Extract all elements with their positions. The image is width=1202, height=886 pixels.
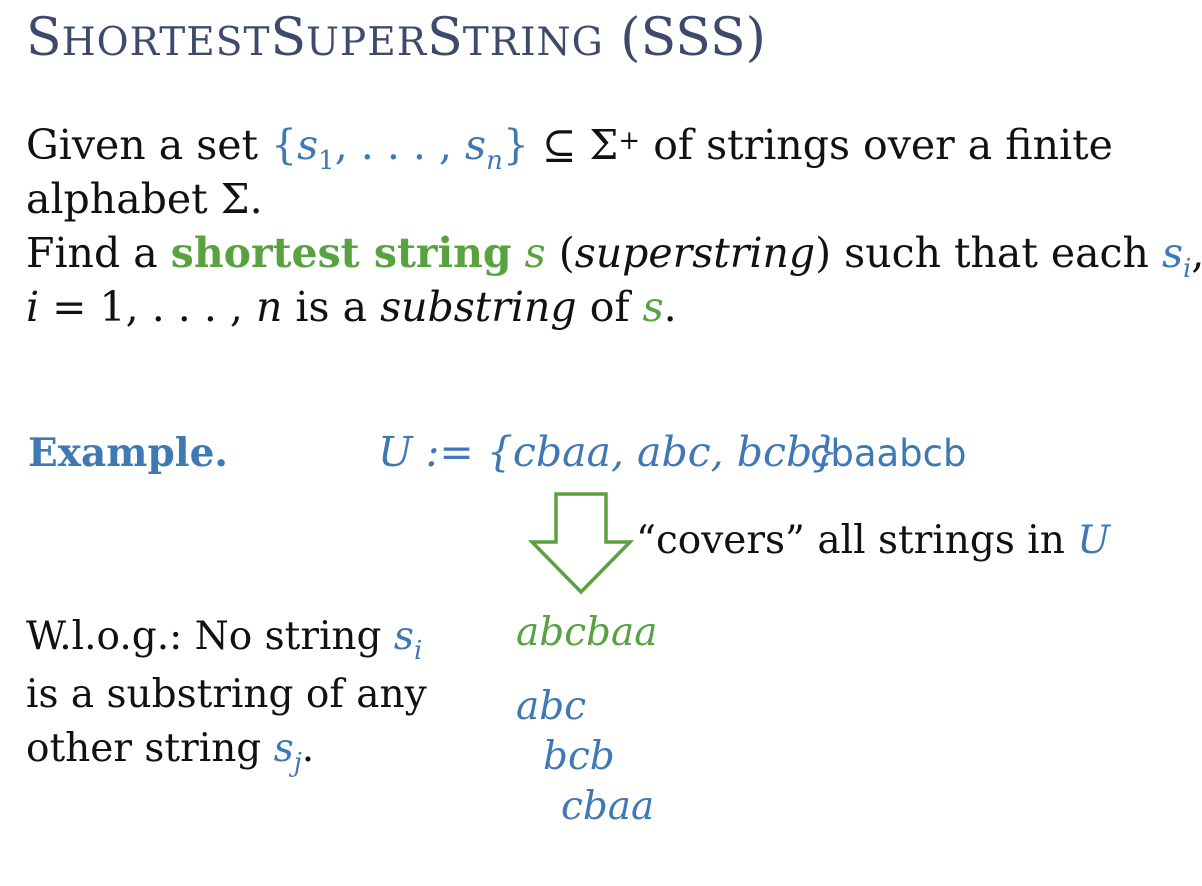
example-set: U := {cbaa, abc, bcb} (378, 428, 839, 476)
aligned-string-2: bcb (543, 734, 615, 779)
definition-line-3: Find a shortest string s (superstring) s… (26, 229, 1202, 284)
example-label: Example. (28, 430, 228, 476)
set-expression: {s1, . . . , sn} (271, 121, 529, 176)
aligned-string-3: cbaa (561, 784, 655, 829)
definition-line-1: Given a set {s1, . . . , sn} ⊆ Σ+ of str… (26, 121, 1113, 176)
shortest-string-term: shortest string (170, 229, 512, 277)
result-superstring: abcbaa (516, 610, 658, 655)
wlog-line-3: other string sj. (26, 726, 315, 778)
aligned-string-1: abc (516, 684, 587, 729)
page-title: SHORTESTSUPERSTRING (SSS) (26, 8, 766, 68)
covers-caption: “covers” all strings in U (636, 518, 1111, 563)
wlog-line-1: W.l.o.g.: No string si (26, 614, 423, 666)
down-arrow-icon (527, 492, 635, 595)
wlog-note: W.l.o.g.: No string si is a substring of… (26, 610, 427, 780)
definition-line-2: alphabet Σ. (26, 175, 263, 223)
definition-line-4: i = 1, . . . , n is a substring of s. (26, 283, 677, 331)
example-superstring-plain: cbaabcb (810, 432, 967, 475)
wlog-line-2: is a substring of any (26, 672, 427, 717)
